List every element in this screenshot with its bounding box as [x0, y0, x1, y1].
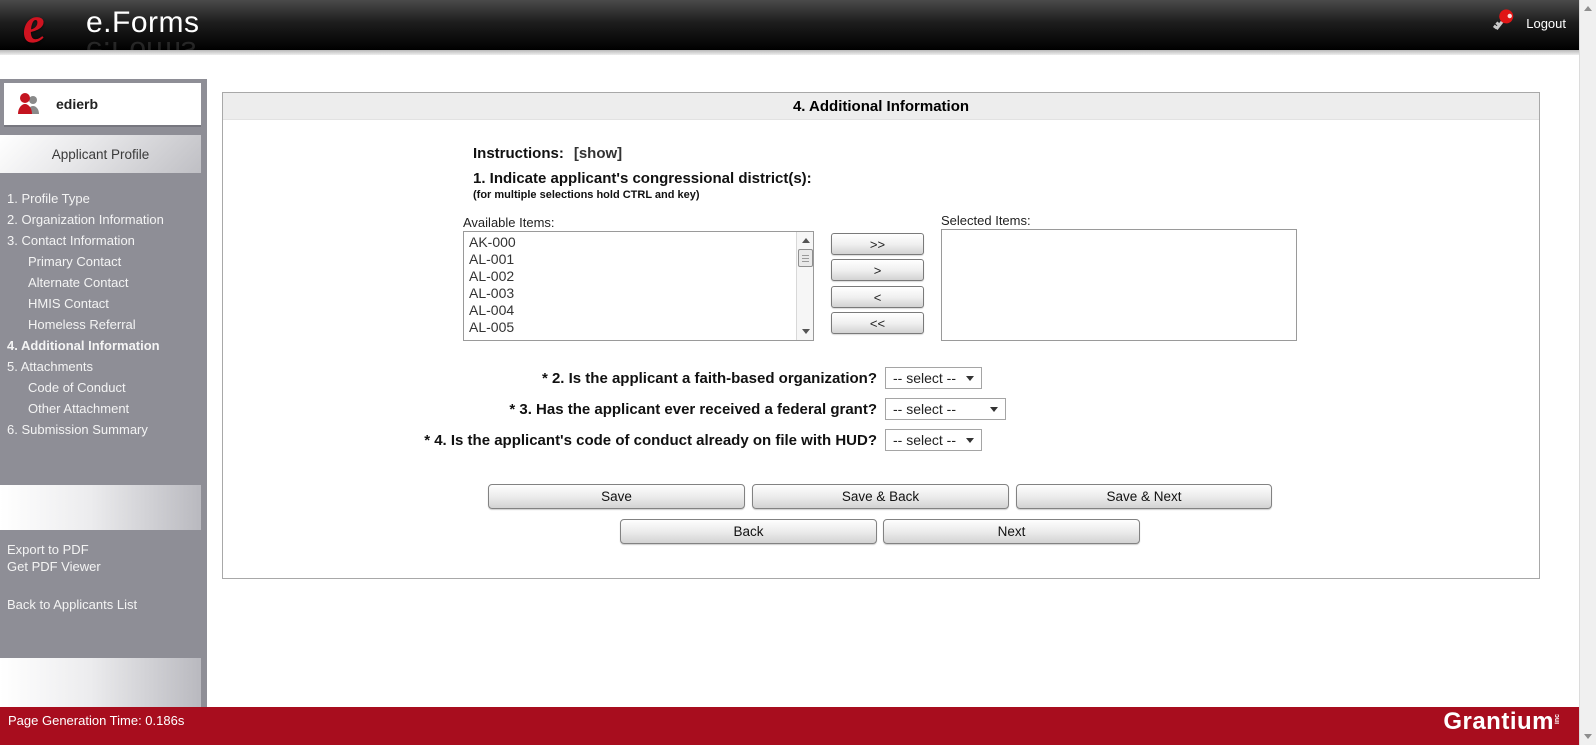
back-to-applicants-list-link[interactable]: Back to Applicants List — [7, 596, 137, 613]
grantium-logo: Grantium inc — [1443, 708, 1561, 736]
list-item[interactable]: AK-000 — [464, 234, 795, 251]
instructions-row: Instructions: [show] — [473, 145, 622, 162]
page: e e.Forms e.Forms Logout edierb Applican… — [0, 0, 1596, 745]
app-header: e e.Forms e.Forms Logout — [0, 0, 1596, 68]
sidebar-item-organization-information[interactable]: 2. Organization Information — [7, 212, 197, 228]
grantium-inc-suffix: inc — [1554, 714, 1561, 725]
listbox-scrollbar[interactable] — [796, 232, 813, 340]
applicant-profile-label: Applicant Profile — [51, 146, 150, 162]
scrollbar-thumb[interactable] — [798, 249, 813, 267]
move-right-button[interactable]: > — [831, 259, 924, 281]
code-of-conduct-select[interactable]: -- select -- — [885, 429, 982, 451]
sidebar-item-contact-information[interactable]: 3. Contact Information — [7, 233, 197, 249]
grantium-wordmark: Grantium — [1443, 708, 1554, 735]
page-generation-time: Page Generation Time: 0.186s — [8, 713, 185, 728]
sidebar-item-homeless-referral[interactable]: Homeless Referral — [7, 317, 197, 333]
move-left-button[interactable]: < — [831, 286, 924, 308]
export-to-pdf-link[interactable]: Export to PDF — [7, 541, 137, 558]
sidebar-item-additional-information[interactable]: 4. Additional Information — [7, 338, 197, 354]
question2-row: * 2. Is the applicant a faith-based orga… — [223, 366, 982, 390]
move-all-right-button[interactable]: >> — [831, 233, 924, 255]
page-scrollbar[interactable] — [1579, 0, 1596, 745]
federal-grant-select[interactable]: -- select -- — [885, 398, 1006, 420]
sidebar: edierb Applicant Profile 1. Profile Type… — [0, 79, 207, 710]
sidebar-item-attachments[interactable]: 5. Attachments — [7, 359, 197, 375]
page-scroll-up-icon[interactable] — [1584, 6, 1592, 11]
sidebar-item-code-of-conduct[interactable]: Code of Conduct — [7, 380, 197, 396]
save-button[interactable]: Save — [488, 484, 745, 509]
question4-row: * 4. Is the applicant's code of conduct … — [223, 428, 982, 452]
sidebar-bottom-block — [0, 658, 201, 710]
user-box: edierb — [4, 83, 201, 127]
list-item[interactable]: AL-004 — [464, 302, 795, 319]
header-divider — [0, 50, 1596, 55]
available-items-listbox[interactable]: AK-000 AL-001 AL-002 AL-003 AL-004 AL-00… — [463, 231, 814, 341]
sidebar-item-hmis-contact[interactable]: HMIS Contact — [7, 296, 197, 312]
question3-row: * 3. Has the applicant ever received a f… — [223, 397, 1006, 421]
page-scroll-down-icon[interactable] — [1584, 734, 1592, 739]
dropdown-arrow-icon — [990, 406, 998, 412]
applicant-profile-header: Applicant Profile — [0, 135, 201, 173]
get-pdf-viewer-link[interactable]: Get PDF Viewer — [7, 558, 137, 575]
sidebar-item-submission-summary[interactable]: 6. Submission Summary — [7, 422, 197, 438]
sidebar-nav: 1. Profile Type 2. Organization Informat… — [7, 191, 203, 443]
list-item[interactable]: AL-001 — [464, 251, 795, 268]
sidebar-divider-block — [0, 485, 201, 530]
sidebar-links: Export to PDF Get PDF Viewer Back to App… — [7, 541, 137, 613]
sidebar-item-other-attachment[interactable]: Other Attachment — [7, 401, 197, 417]
sidebar-item-alternate-contact[interactable]: Alternate Contact — [7, 275, 197, 291]
save-and-next-button[interactable]: Save & Next — [1016, 484, 1272, 509]
sidebar-item-primary-contact[interactable]: Primary Contact — [7, 254, 197, 270]
question3-label: * 3. Has the applicant ever received a f… — [509, 400, 877, 418]
federal-grant-select-value: -- select -- — [893, 401, 956, 417]
move-all-left-button[interactable]: << — [831, 312, 924, 334]
logout-label: Logout — [1526, 15, 1566, 31]
dropdown-arrow-icon — [966, 375, 974, 381]
form-title-bar: 4. Additional Information — [223, 93, 1539, 120]
instructions-label: Instructions: — [473, 145, 564, 162]
scroll-down-button[interactable] — [798, 324, 813, 339]
key-icon — [1493, 9, 1514, 30]
logout-button[interactable]: Logout — [1492, 8, 1566, 38]
instructions-show-toggle[interactable]: [show] — [574, 145, 622, 162]
scrollbar-grip-icon — [802, 255, 809, 262]
footer: Page Generation Time: 0.186s Grantium in… — [0, 707, 1579, 745]
eforms-logo-icon: e — [19, 0, 49, 56]
save-and-back-button[interactable]: Save & Back — [752, 484, 1009, 509]
dropdown-arrow-icon — [966, 437, 974, 443]
back-button[interactable]: Back — [620, 519, 877, 544]
code-of-conduct-select-value: -- select -- — [893, 432, 956, 448]
selected-items-label: Selected Items: — [941, 213, 1031, 228]
selected-items-listbox[interactable] — [941, 229, 1297, 341]
list-item[interactable]: AL-005 — [464, 319, 795, 336]
available-items-list: AK-000 AL-001 AL-002 AL-003 AL-004 AL-00… — [464, 232, 813, 336]
available-items-label: Available Items: — [463, 215, 555, 230]
scroll-up-button[interactable] — [798, 233, 813, 248]
next-button[interactable]: Next — [883, 519, 1140, 544]
faith-based-select[interactable]: -- select -- — [885, 367, 982, 389]
question2-label: * 2. Is the applicant a faith-based orga… — [541, 369, 877, 387]
list-item[interactable]: AL-003 — [464, 285, 795, 302]
list-item[interactable]: AL-002 — [464, 268, 795, 285]
scroll-up-icon — [801, 238, 810, 243]
question4-label: * 4. Is the applicant's code of conduct … — [424, 431, 877, 449]
user-icon — [18, 93, 39, 114]
question1-hint: (for multiple selections hold CTRL and k… — [473, 189, 700, 201]
question1-label: 1. Indicate applicant's congressional di… — [473, 170, 812, 187]
scroll-down-icon — [801, 329, 810, 334]
page-title: 4. Additional Information — [792, 97, 970, 115]
username: edierb — [56, 96, 99, 112]
sidebar-item-profile-type[interactable]: 1. Profile Type — [7, 191, 197, 207]
form-panel: 4. Additional Information Instructions: [… — [222, 92, 1540, 579]
faith-based-select-value: -- select -- — [893, 370, 956, 386]
